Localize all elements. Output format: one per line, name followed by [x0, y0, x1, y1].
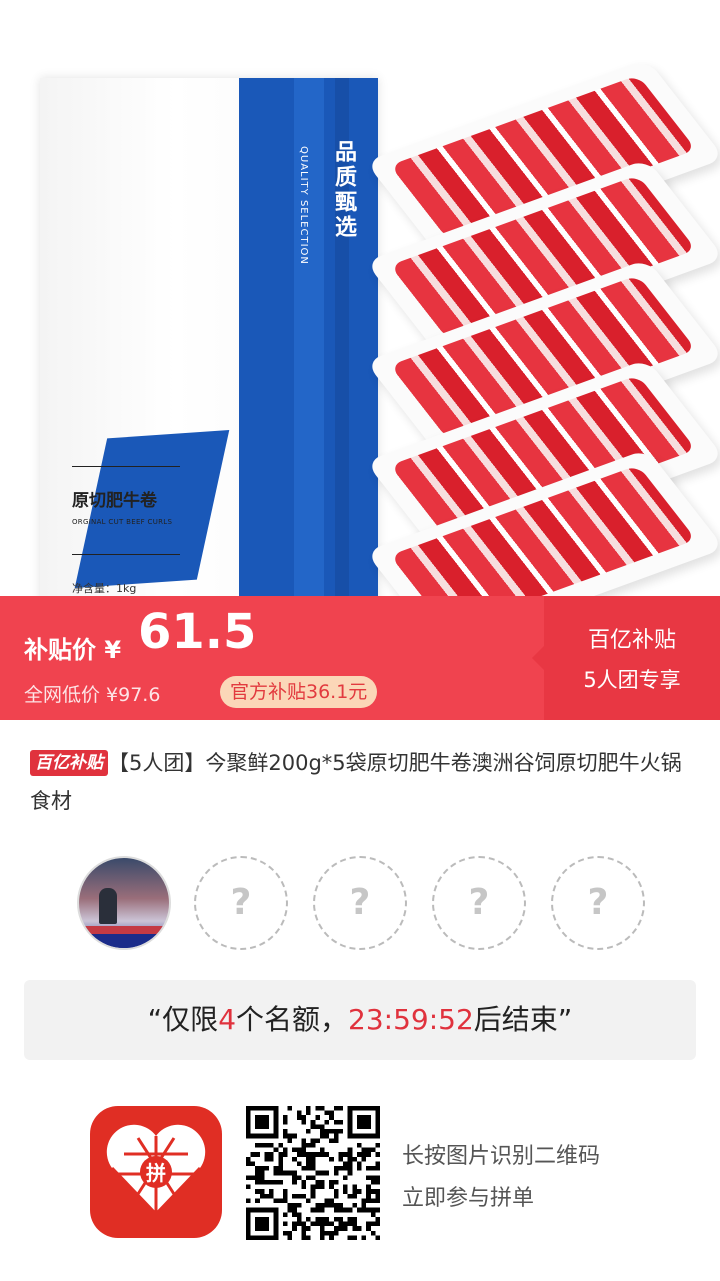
product-title: 百亿补贴 【5人团】今聚鲜200g*5袋原切肥牛卷澳洲谷饲原切肥牛火锅食材: [30, 744, 696, 820]
empty-slot[interactable]: ?: [432, 856, 526, 950]
program-subtitle: 5人团专享: [583, 668, 681, 692]
logo-text: 拼: [146, 1161, 166, 1185]
subsidy-tag: 百亿补贴: [30, 750, 108, 776]
countdown-suffix: 后结束”: [473, 1003, 573, 1036]
bag-quality-cn: 品质甄选: [331, 140, 356, 240]
heart-logo-icon: 拼: [106, 1124, 206, 1216]
countdown-notice: “仅限4个名额，23:59:52后结束”: [24, 980, 696, 1060]
bag-rule-bottom: [72, 554, 180, 555]
app-logo: 拼: [90, 1106, 222, 1238]
question-mark-icon: ?: [587, 882, 609, 923]
product-title-text: 【5人团】今聚鲜200g*5袋原切肥牛卷澳洲谷饲原切肥牛火锅食材: [30, 751, 682, 813]
question-mark-icon: ?: [230, 882, 252, 923]
remaining-slots: 4: [218, 1003, 237, 1036]
qr-hint-line1: 长按图片识别二维码: [402, 1144, 601, 1169]
price-banner: 补贴价 ¥ 61.5 全网低价 ¥97.6 官方补贴36.1元 百亿补贴 5人团…: [0, 596, 720, 720]
bag-name-cn: 原切肥牛卷: [72, 491, 157, 511]
countdown-prefix: “仅限: [147, 1003, 219, 1036]
countdown-timer: 23:59:52: [348, 1003, 474, 1036]
subsidy-price: 61.5: [138, 604, 257, 660]
subsidy-program-section: 百亿补贴 5人团专享: [532, 596, 720, 720]
question-mark-icon: ?: [468, 882, 490, 923]
question-mark-icon: ?: [349, 882, 371, 923]
program-title: 百亿补贴: [587, 628, 676, 653]
bag-net-weight: 净含量：1kg: [72, 582, 137, 595]
empty-slot[interactable]: ?: [194, 856, 288, 950]
empty-slot[interactable]: ?: [551, 856, 645, 950]
empty-slot[interactable]: ?: [313, 856, 407, 950]
bag-name-en: ORGINAL CUT BEEF CURLS: [72, 518, 173, 526]
official-subsidy-badge: 官方补贴36.1元: [220, 676, 378, 708]
product-bag: 品质甄选 QUALITY SELECTION 原切肥牛卷 ORGINAL CUT…: [40, 78, 378, 596]
market-price: 全网低价 ¥97.6: [24, 684, 161, 706]
subsidy-price-label: 补贴价 ¥: [24, 636, 122, 664]
countdown-middle: 个名额，: [236, 1003, 349, 1036]
product-image[interactable]: 品质甄选 QUALITY SELECTION 原切肥牛卷 ORGINAL CUT…: [0, 0, 720, 596]
bag-quality-en: QUALITY SELECTION: [298, 146, 309, 265]
beef-plates: [365, 58, 720, 596]
qr-code[interactable]: [246, 1106, 380, 1240]
qr-hint-line2: 立即参与拼单: [402, 1186, 535, 1211]
bag-rule-top: [72, 466, 180, 467]
avatar[interactable]: [77, 856, 171, 950]
price-section: 补贴价 ¥ 61.5 全网低价 ¥97.6 官方补贴36.1元: [0, 596, 544, 720]
